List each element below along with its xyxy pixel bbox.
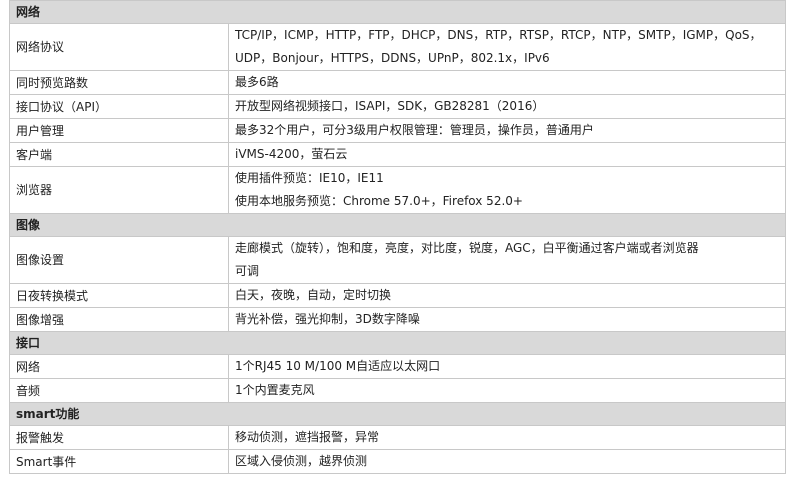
spec-value-line: 移动侦测，遮挡报警，异常 <box>235 430 380 444</box>
spec-row: 图像设置 走廊模式（旋转），饱和度，亮度，对比度，锐度，AGC，白平衡通过客户端或… <box>9 236 787 284</box>
spec-value: 白天，夜晚，自动，定时切换 <box>227 283 787 308</box>
spec-row: 网络 1个RJ45 10 M/100 M自适应以太网口 <box>9 354 787 379</box>
spec-label: 客户端 <box>9 142 229 167</box>
spec-value: 使用插件预览：IE10，IE11 使用本地服务预览：Chrome 57.0+，Fi… <box>227 166 787 214</box>
spec-value: TCP/IP，ICMP，HTTP，FTP，DHCP，DNS，RTP，RTSP，R… <box>227 23 787 71</box>
spec-value-line: 白天，夜晚，自动，定时切换 <box>235 288 392 302</box>
spec-value-line: 可调 <box>235 264 260 278</box>
section-header: smart功能 <box>8 402 787 426</box>
section-header: 图像 <box>8 213 787 237</box>
spec-label: 浏览器 <box>9 166 229 214</box>
spec-label: 报警触发 <box>9 425 229 450</box>
spec-row: 日夜转换模式 白天，夜晚，自动，定时切换 <box>9 283 787 308</box>
spec-label: 音频 <box>9 378 229 403</box>
spec-value-line: 最多32个用户，可分3级用户权限管理：管理员，操作员，普通用户 <box>235 123 594 137</box>
spec-label: 日夜转换模式 <box>9 283 229 308</box>
spec-value: iVMS-4200，萤石云 <box>227 142 787 167</box>
spec-label: 网络协议 <box>9 23 229 71</box>
spec-label: 图像设置 <box>9 236 229 284</box>
spec-value-line: 区域入侵侦测，越界侦测 <box>235 454 368 468</box>
spec-value-line: 使用本地服务预览：Chrome 57.0+，Firefox 52.0+ <box>235 194 523 208</box>
spec-row: 接口协议（API） 开放型网络视频接口，ISAPI，SDK，GB28281（201… <box>9 94 787 119</box>
spec-value: 开放型网络视频接口，ISAPI，SDK，GB28281（2016） <box>227 94 787 119</box>
section-title: 图像 <box>8 213 787 237</box>
spec-value-line: UDP，Bonjour，HTTPS，DDNS，UPnP，802.1x，IPv6 <box>235 51 550 65</box>
spec-value-line: 走廊模式（旋转），饱和度，亮度，对比度，锐度，AGC，白平衡通过客户端或者浏览器 <box>235 241 699 255</box>
spec-value-line: 最多6路 <box>235 75 279 89</box>
spec-row: 网络协议 TCP/IP，ICMP，HTTP，FTP，DHCP，DNS，RTP，RT… <box>9 23 787 71</box>
spec-value-line: TCP/IP，ICMP，HTTP，FTP，DHCP，DNS，RTP，RTSP，R… <box>235 28 762 42</box>
spec-value: 移动侦测，遮挡报警，异常 <box>227 425 787 450</box>
spec-value: 区域入侵侦测，越界侦测 <box>227 449 787 474</box>
spec-row: 报警触发 移动侦测，遮挡报警，异常 <box>9 425 787 450</box>
spec-label: 图像增强 <box>9 307 229 332</box>
spec-table: 网络 网络协议 TCP/IP，ICMP，HTTP，FTP，DHCP，DNS，RTP，… <box>8 0 787 474</box>
spec-label: 同时预览路数 <box>9 70 229 95</box>
spec-value: 1个RJ45 10 M/100 M自适应以太网口 <box>227 354 787 379</box>
section-header: 网络 <box>8 0 787 24</box>
spec-label: Smart事件 <box>9 449 229 474</box>
section-title: 网络 <box>8 0 787 24</box>
spec-row: 同时预览路数 最多6路 <box>9 70 787 95</box>
spec-value-line: 使用插件预览：IE10，IE11 <box>235 171 384 185</box>
spec-value: 最多6路 <box>227 70 787 95</box>
spec-value-line: 背光补偿，强光抑制，3D数字降噪 <box>235 312 420 326</box>
spec-value-line: 1个RJ45 10 M/100 M自适应以太网口 <box>235 359 441 373</box>
spec-label: 网络 <box>9 354 229 379</box>
spec-table-body: 网络 网络协议 TCP/IP，ICMP，HTTP，FTP，DHCP，DNS，RTP，… <box>8 0 787 474</box>
section-title: smart功能 <box>8 402 787 426</box>
spec-row: 客户端 iVMS-4200，萤石云 <box>9 142 787 167</box>
spec-row: 用户管理 最多32个用户，可分3级用户权限管理：管理员，操作员，普通用户 <box>9 118 787 143</box>
spec-row: 浏览器 使用插件预览：IE10，IE11 使用本地服务预览：Chrome 57.0+… <box>9 166 787 214</box>
section-header: 接口 <box>8 331 787 355</box>
spec-value-line: 1个内置麦克风 <box>235 383 315 397</box>
spec-label: 用户管理 <box>9 118 229 143</box>
spec-row: Smart事件 区域入侵侦测，越界侦测 <box>9 449 787 474</box>
spec-value: 1个内置麦克风 <box>227 378 787 403</box>
spec-row: 图像增强 背光补偿，强光抑制，3D数字降噪 <box>9 307 787 332</box>
spec-value-line: iVMS-4200，萤石云 <box>235 147 348 161</box>
spec-row: 音频 1个内置麦克风 <box>9 378 787 403</box>
spec-value: 走廊模式（旋转），饱和度，亮度，对比度，锐度，AGC，白平衡通过客户端或者浏览器… <box>227 236 787 284</box>
section-title: 接口 <box>8 331 787 355</box>
spec-label: 接口协议（API） <box>9 94 229 119</box>
spec-value-line: 开放型网络视频接口，ISAPI，SDK，GB28281（2016） <box>235 99 545 113</box>
spec-value: 最多32个用户，可分3级用户权限管理：管理员，操作员，普通用户 <box>227 118 787 143</box>
spec-value: 背光补偿，强光抑制，3D数字降噪 <box>227 307 787 332</box>
